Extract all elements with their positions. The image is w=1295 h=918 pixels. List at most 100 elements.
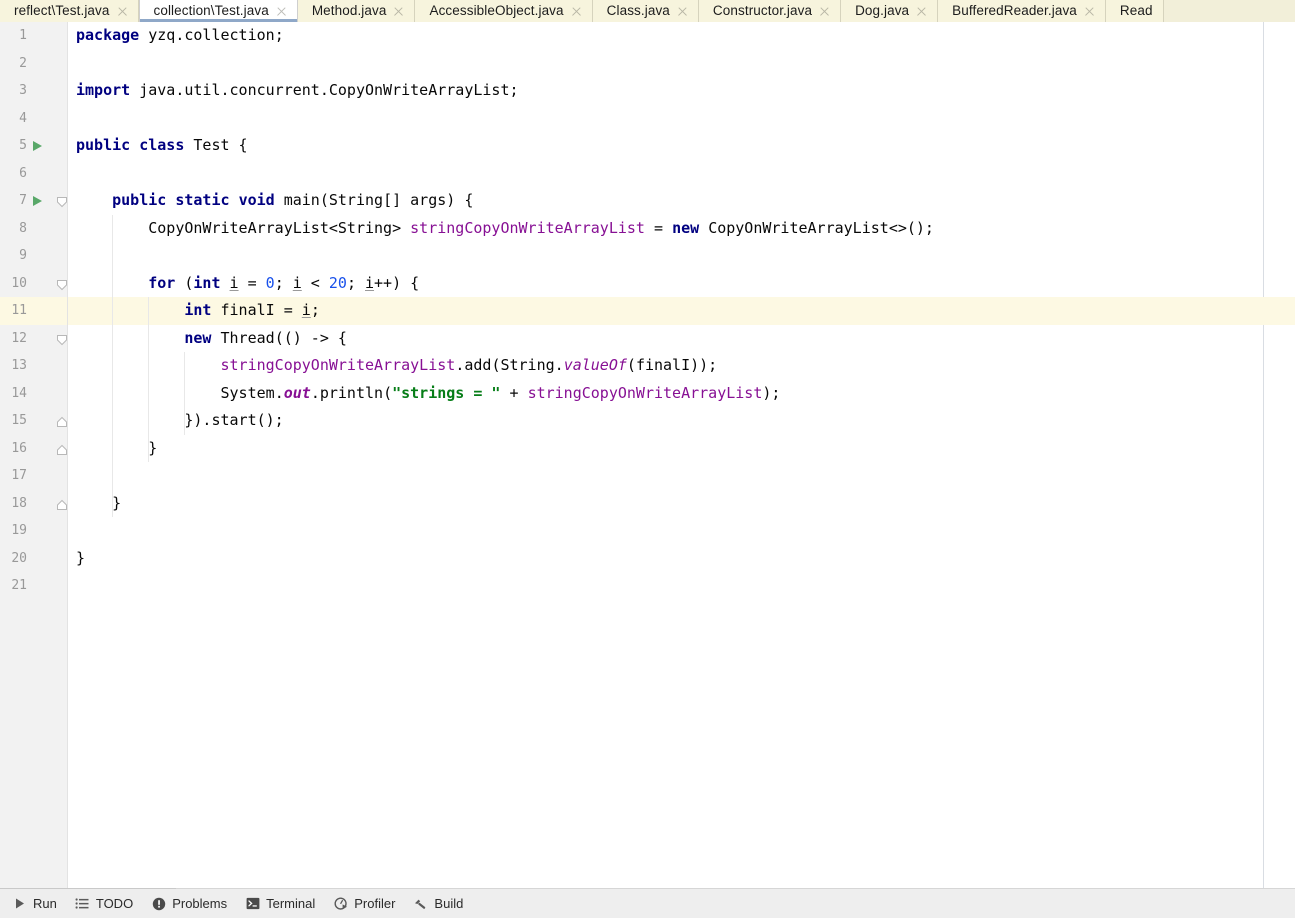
close-icon[interactable] [1084, 6, 1095, 17]
run-gutter-icon[interactable] [33, 196, 42, 206]
code-line-text: public class Test { [76, 136, 248, 154]
code-row[interactable]: int finalI = i; [68, 297, 1295, 325]
fold-up-icon[interactable] [56, 498, 68, 510]
indent-guide [148, 297, 150, 462]
run-gutter-icon[interactable] [33, 141, 42, 151]
code-line-text: } [76, 438, 158, 457]
status-bar-item-label: Build [434, 896, 464, 911]
code-row[interactable]: } [68, 545, 1295, 573]
code-row[interactable]: public static void main(String[] args) { [68, 187, 1295, 215]
code-row[interactable]: package yzq.collection; [68, 22, 1295, 50]
code-row[interactable] [68, 517, 1295, 545]
editor-tab-7[interactable]: BufferedReader.java [938, 0, 1106, 22]
close-icon[interactable] [571, 6, 582, 17]
editor-tab-8[interactable]: Read [1105, 0, 1164, 22]
code-row[interactable]: System.out.println("strings = " + string… [68, 380, 1295, 408]
gutter-row[interactable]: 11 [0, 297, 67, 325]
status-bar-item-run[interactable]: Run [6, 889, 69, 918]
status-bar-item-problems[interactable]: Problems [145, 889, 239, 918]
code-row[interactable]: CopyOnWriteArrayList<String> stringCopyO… [68, 215, 1295, 243]
gutter-row[interactable]: 9 [0, 242, 67, 270]
gutter-row[interactable]: 15 [0, 407, 67, 435]
fold-down-icon[interactable] [56, 278, 68, 290]
gutter-row[interactable]: 20 [0, 545, 67, 573]
gutter-row[interactable]: 18 [0, 490, 67, 518]
close-icon[interactable] [276, 6, 287, 17]
gutter-row[interactable]: 19 [0, 517, 67, 545]
editor-tab-1[interactable]: collection\Test.java [138, 0, 298, 22]
gutter-row[interactable]: 12 [0, 325, 67, 353]
code-row[interactable] [68, 50, 1295, 78]
gutter-row[interactable]: 3 [0, 77, 67, 105]
fold-up-icon[interactable] [56, 443, 68, 455]
fold-down-icon[interactable] [56, 195, 68, 208]
gutter-row[interactable]: 13 [0, 352, 67, 380]
editor-tab-2[interactable]: Method.java [297, 0, 416, 22]
editor-tab-6[interactable]: Dog.java [841, 0, 939, 22]
status-bar-item-profiler[interactable]: Profiler [327, 889, 407, 918]
gutter-row[interactable]: 10 [0, 270, 67, 298]
code-line-text: public static void main(String[] args) { [112, 191, 474, 209]
editor-gutter[interactable]: 1 2 3 4 5 6 7 8 9 10 11 12 13 14 15 16 17 18 19 20 21 [0, 22, 68, 888]
code-row[interactable] [68, 160, 1295, 188]
line-number: 11 [11, 303, 27, 318]
close-icon[interactable] [117, 6, 128, 17]
code-row[interactable]: }).start(); [68, 407, 1295, 435]
code-row[interactable]: } [68, 490, 1295, 518]
line-number: 7 [19, 193, 27, 208]
code-row[interactable] [68, 105, 1295, 133]
code-row[interactable]: } [68, 435, 1295, 463]
line-number: 17 [11, 468, 27, 483]
indent-guide [184, 352, 186, 435]
code-line-text: } [76, 548, 86, 567]
status-bar-item-todo[interactable]: TODO [69, 889, 145, 918]
editor-tab-4[interactable]: Class.java [592, 0, 699, 22]
code-row[interactable]: public class Test { [68, 132, 1295, 160]
gutter-row[interactable]: 8 [0, 215, 67, 243]
gutter-row[interactable]: 4 [0, 105, 67, 133]
gutter-row[interactable]: 21 [0, 572, 67, 600]
line-number: 18 [11, 495, 27, 511]
code-row[interactable]: import java.util.concurrent.CopyOnWriteA… [68, 77, 1295, 105]
code-editor[interactable]: 1 2 3 4 5 6 7 8 9 10 11 12 13 14 15 16 17 18 19 20 21 packag… [0, 22, 1295, 888]
code-row[interactable]: new Thread(() -> { [68, 325, 1295, 353]
code-row[interactable] [68, 572, 1295, 600]
code-row[interactable]: for (int i = 0; i < 20; i++) { [68, 270, 1295, 298]
status-bar-item-terminal[interactable]: Terminal [239, 889, 327, 918]
code-row[interactable] [68, 242, 1295, 270]
gutter-row[interactable]: 7 [0, 187, 67, 215]
code-line-text: package yzq.collection; [76, 26, 284, 44]
gutter-row[interactable]: 6 [0, 160, 67, 188]
editor-code-area[interactable]: package yzq.collection; import java.util.… [68, 22, 1295, 888]
gutter-row[interactable]: 14 [0, 380, 67, 408]
code-row[interactable] [68, 462, 1295, 490]
code-row[interactable]: stringCopyOnWriteArrayList.add(String.va… [68, 352, 1295, 380]
editor-tab-0[interactable]: reflect\Test.java [0, 0, 139, 22]
gutter-row[interactable]: 16 [0, 435, 67, 463]
close-icon[interactable] [677, 6, 688, 17]
gutter-row[interactable]: 5 [0, 132, 67, 160]
line-number: 1 [19, 28, 27, 43]
status-bar-item-build[interactable]: Build [407, 889, 475, 918]
code-line-text: CopyOnWriteArrayList<String> stringCopyO… [148, 218, 934, 237]
status-bar-item-label: Run [33, 896, 57, 911]
todo-icon [75, 896, 90, 911]
gutter-row[interactable]: 1 [0, 22, 67, 50]
editor-tab-3[interactable]: AccessibleObject.java [415, 0, 593, 22]
fold-up-icon[interactable] [56, 415, 68, 427]
line-number: 10 [11, 275, 27, 291]
gutter-row[interactable]: 17 [0, 462, 67, 490]
editor-tab-label: Read [1119, 3, 1153, 18]
line-number: 21 [11, 578, 27, 593]
fold-down-icon[interactable] [56, 333, 68, 345]
line-number: 9 [19, 248, 27, 263]
code-line-text: stringCopyOnWriteArrayList.add(String.va… [220, 356, 718, 374]
close-icon[interactable] [916, 6, 927, 17]
close-icon[interactable] [393, 6, 404, 17]
gutter-row[interactable]: 2 [0, 50, 67, 78]
status-bar-item-label: Terminal [266, 896, 316, 911]
close-icon[interactable] [819, 6, 830, 17]
line-number: 14 [11, 385, 27, 401]
code-line-text: } [76, 493, 122, 512]
editor-tab-5[interactable]: Constructor.java [698, 0, 842, 22]
